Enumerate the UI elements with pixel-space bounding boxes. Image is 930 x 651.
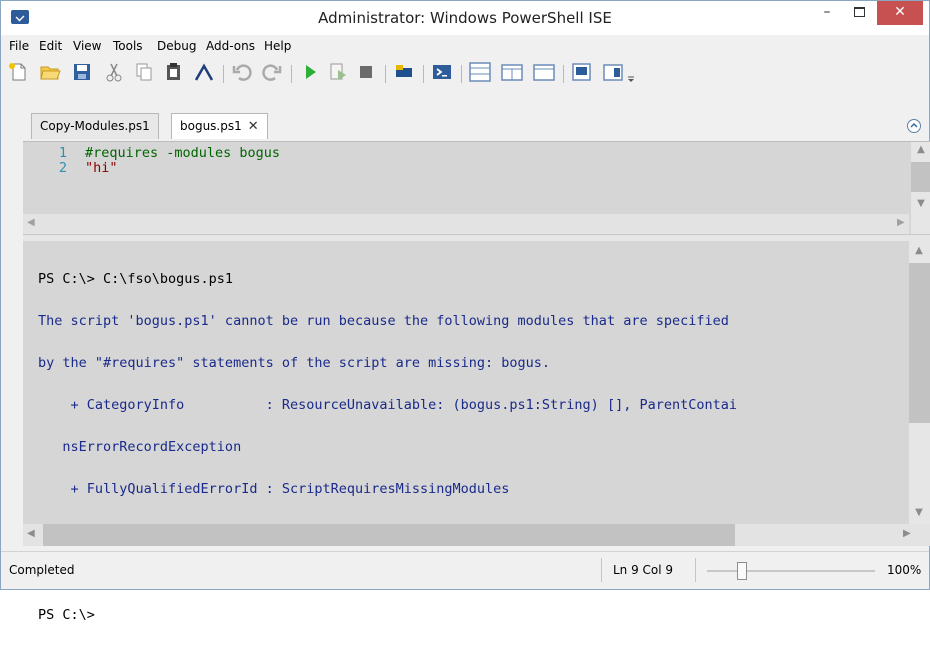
menu-bar: File Edit View Tools Debug Add-ons Help (1, 36, 929, 58)
console-error-line: nsErrorRecordException (38, 439, 242, 455)
toolbar-separator (563, 65, 564, 83)
run-script-icon[interactable] (299, 61, 321, 83)
menu-file[interactable]: File (9, 39, 29, 53)
minimize-button[interactable]: – (813, 1, 841, 25)
show-script-pane-right-icon[interactable] (501, 61, 523, 83)
status-separator (695, 558, 696, 582)
console-error-line: + CategoryInfo : ResourceUnavailable: (b… (38, 397, 737, 413)
title-bar[interactable]: Administrator: Windows PowerShell ISE – … (1, 1, 929, 35)
window-title: Administrator: Windows PowerShell ISE (318, 9, 612, 27)
tab-label: Copy-Modules.ps1 (40, 119, 150, 133)
tab-copy-modules[interactable]: Copy-Modules.ps1 (31, 113, 159, 139)
script-horizontal-scrollbar[interactable]: ◀ ▶ (23, 214, 909, 234)
menu-edit[interactable]: Edit (39, 39, 62, 53)
console-prompt: PS C:\> (38, 607, 95, 623)
close-button[interactable]: ✕ (877, 1, 923, 25)
code-line: #requires -modules bogus (85, 145, 281, 161)
cut-icon[interactable] (103, 61, 125, 83)
scroll-down-icon[interactable]: ▼ (911, 198, 930, 209)
stop-icon[interactable] (355, 61, 377, 83)
console-error-line: The script 'bogus.ps1' cannot be run bec… (38, 313, 729, 329)
toolbar-separator (461, 65, 462, 83)
scrollbar-thumb[interactable] (911, 162, 930, 192)
run-selection-icon[interactable] (327, 61, 349, 83)
copy-icon[interactable] (133, 61, 155, 83)
status-text: Completed (9, 563, 75, 577)
show-command-window-icon[interactable] (571, 61, 593, 83)
console-output: PS C:\> C:\fso\bogus.ps1 The script 'bog… (38, 244, 737, 650)
chevron-up-icon (910, 122, 918, 128)
toolbar (1, 57, 929, 89)
scroll-up-icon[interactable]: ▲ (911, 144, 930, 155)
zoom-slider-thumb[interactable] (737, 562, 747, 580)
line-number: 1 (58, 145, 67, 161)
toolbar-separator (291, 65, 292, 83)
tab-strip: Copy-Modules.ps1 bogus.ps1 ✕ (1, 107, 929, 141)
menu-help[interactable]: Help (264, 39, 291, 53)
scroll-right-icon[interactable]: ▶ (897, 217, 905, 228)
redo-icon[interactable] (261, 61, 283, 83)
toolbar-separator (385, 65, 386, 83)
cursor-position: Ln 9 Col 9 (613, 563, 674, 577)
line-number: 2 (58, 160, 67, 176)
show-command-addon-icon[interactable] (603, 61, 625, 83)
menu-view[interactable]: View (73, 39, 101, 53)
tab-label: bogus.ps1 (180, 119, 242, 133)
close-tab-icon[interactable]: ✕ (248, 119, 259, 134)
new-icon[interactable] (7, 61, 29, 83)
save-icon[interactable] (71, 61, 93, 83)
maximize-button[interactable] (845, 1, 873, 25)
scroll-left-icon[interactable]: ◀ (27, 217, 35, 228)
undo-icon[interactable] (231, 61, 253, 83)
scrollbar-thumb[interactable] (909, 263, 930, 423)
code-line: "hi" (85, 160, 118, 176)
menu-tools[interactable]: Tools (113, 39, 143, 53)
zoom-slider-track[interactable] (707, 570, 875, 572)
scroll-up-icon[interactable]: ▲ (909, 245, 929, 256)
status-separator (601, 558, 602, 582)
scrollbar-thumb[interactable] (43, 524, 735, 546)
show-script-pane-maximized-icon[interactable] (533, 61, 555, 83)
collapse-script-pane-button[interactable] (907, 119, 921, 133)
toolbar-separator (223, 65, 224, 83)
scroll-left-icon[interactable]: ◀ (27, 528, 35, 539)
remote-powershell-icon[interactable] (393, 61, 415, 83)
console-pane[interactable]: PS C:\> C:\fso\bogus.ps1 The script 'bog… (23, 241, 909, 622)
script-vertical-scrollbar[interactable]: ▲ ▼ (911, 142, 930, 235)
status-bar: Completed Ln 9 Col 9 100% (1, 551, 929, 589)
menu-debug[interactable]: Debug (157, 39, 196, 53)
console-vertical-scrollbar[interactable]: ▲ ▼ (909, 241, 930, 524)
console-line: PS C:\> C:\fso\bogus.ps1 (38, 271, 234, 287)
scroll-down-icon[interactable]: ▼ (909, 507, 929, 518)
toolbar-overflow-icon[interactable] (625, 67, 637, 89)
zoom-percentage: 100% (887, 563, 922, 577)
clear-console-icon[interactable] (193, 61, 215, 83)
open-icon[interactable] (39, 61, 61, 83)
paste-icon[interactable] (163, 61, 185, 83)
console-horizontal-scrollbar[interactable]: ◀ ▶ (23, 524, 930, 546)
toolbar-separator (423, 65, 424, 83)
scroll-right-icon[interactable]: ▶ (903, 528, 911, 539)
menu-add-ons[interactable]: Add-ons (206, 39, 255, 53)
console-error-line: + FullyQualifiedErrorId : ScriptRequires… (38, 481, 510, 497)
console-error-line: by the "#requires" statements of the scr… (38, 355, 551, 371)
start-powershell-icon[interactable] (431, 61, 453, 83)
powershell-ise-window: Administrator: Windows PowerShell ISE – … (0, 0, 930, 622)
tab-bogus[interactable]: bogus.ps1 ✕ (171, 113, 268, 139)
show-script-pane-top-icon[interactable] (469, 61, 491, 83)
maximize-icon (854, 7, 865, 17)
